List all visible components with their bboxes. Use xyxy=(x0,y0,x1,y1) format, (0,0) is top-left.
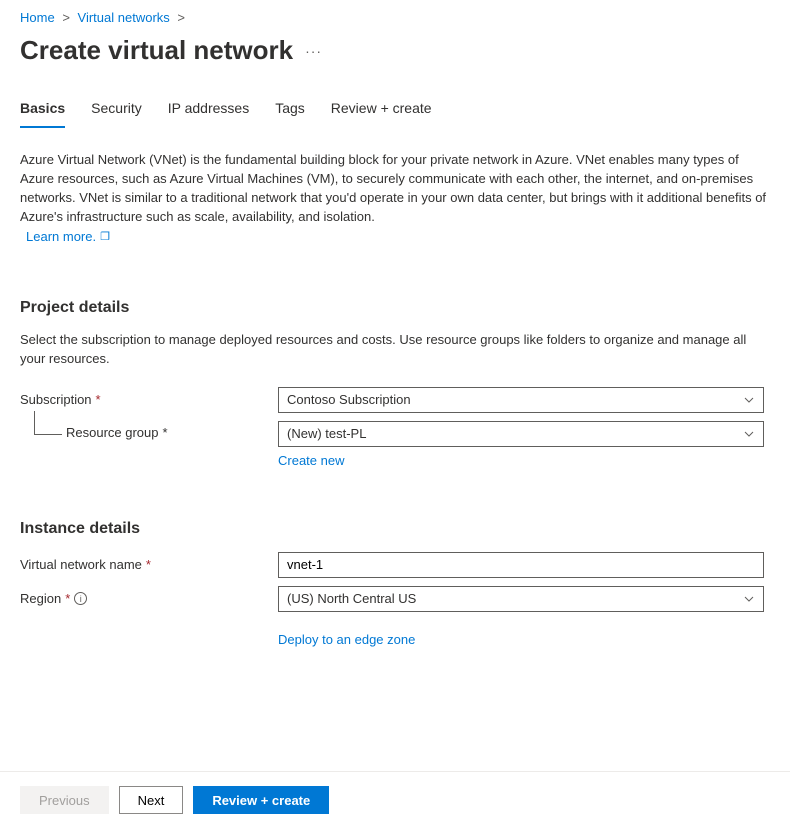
learn-more-label: Learn more. xyxy=(26,228,96,247)
breadcrumb-home[interactable]: Home xyxy=(20,10,55,25)
breadcrumb-sep: > xyxy=(62,10,70,25)
footer-bar: Previous Next Review + create xyxy=(0,771,790,828)
resource-group-label: Resource group* xyxy=(66,421,278,440)
chevron-down-icon xyxy=(743,428,755,440)
chevron-down-icon xyxy=(743,593,755,605)
subscription-label: Subscription* xyxy=(20,392,278,407)
intro-body: Azure Virtual Network (VNet) is the fund… xyxy=(20,152,766,224)
external-link-icon: ❐ xyxy=(100,230,110,246)
tab-ip-addresses[interactable]: IP addresses xyxy=(168,100,249,128)
resource-group-select[interactable]: (New) test-PL xyxy=(278,421,764,447)
deploy-edge-link[interactable]: Deploy to an edge zone xyxy=(278,632,415,647)
page-title: Create virtual network xyxy=(20,35,293,66)
learn-more-link[interactable]: Learn more. ❐ xyxy=(26,228,110,247)
instance-details-heading: Instance details xyxy=(20,520,770,538)
subscription-select[interactable]: Contoso Subscription xyxy=(278,387,764,413)
create-new-link[interactable]: Create new xyxy=(278,453,344,468)
project-details-desc: Select the subscription to manage deploy… xyxy=(20,331,770,369)
tab-tags[interactable]: Tags xyxy=(275,100,305,128)
tab-security[interactable]: Security xyxy=(91,100,142,128)
region-row: Region* i (US) North Central US xyxy=(20,586,770,612)
chevron-down-icon xyxy=(743,394,755,406)
breadcrumb-sep: > xyxy=(177,10,185,25)
project-details-heading: Project details xyxy=(20,299,770,317)
vnet-name-input[interactable] xyxy=(278,552,764,578)
region-value: (US) North Central US xyxy=(287,591,416,606)
vnet-name-row: Virtual network name* xyxy=(20,552,770,578)
next-button[interactable]: Next xyxy=(119,786,184,814)
content-area: Azure Virtual Network (VNet) is the fund… xyxy=(0,129,790,647)
resource-group-row: Resource group* (New) test-PL xyxy=(20,421,770,447)
vnet-name-label: Virtual network name* xyxy=(20,557,278,572)
tab-bar: Basics Security IP addresses Tags Review… xyxy=(0,100,790,129)
tree-connector xyxy=(20,421,66,443)
tab-review-create[interactable]: Review + create xyxy=(331,100,432,128)
breadcrumb: Home > Virtual networks > xyxy=(0,0,790,31)
intro-text: Azure Virtual Network (VNet) is the fund… xyxy=(20,151,770,247)
previous-button: Previous xyxy=(20,786,109,814)
resource-group-value: (New) test-PL xyxy=(287,426,366,441)
subscription-row: Subscription* Contoso Subscription xyxy=(20,387,770,413)
subscription-value: Contoso Subscription xyxy=(287,392,411,407)
title-row: Create virtual network ··· xyxy=(0,31,790,84)
review-create-button[interactable]: Review + create xyxy=(193,786,329,814)
info-icon[interactable]: i xyxy=(74,592,87,605)
region-select[interactable]: (US) North Central US xyxy=(278,586,764,612)
breadcrumb-virtual-networks[interactable]: Virtual networks xyxy=(78,10,170,25)
region-label: Region* i xyxy=(20,591,278,606)
tab-basics[interactable]: Basics xyxy=(20,100,65,128)
more-icon[interactable]: ··· xyxy=(305,43,322,59)
